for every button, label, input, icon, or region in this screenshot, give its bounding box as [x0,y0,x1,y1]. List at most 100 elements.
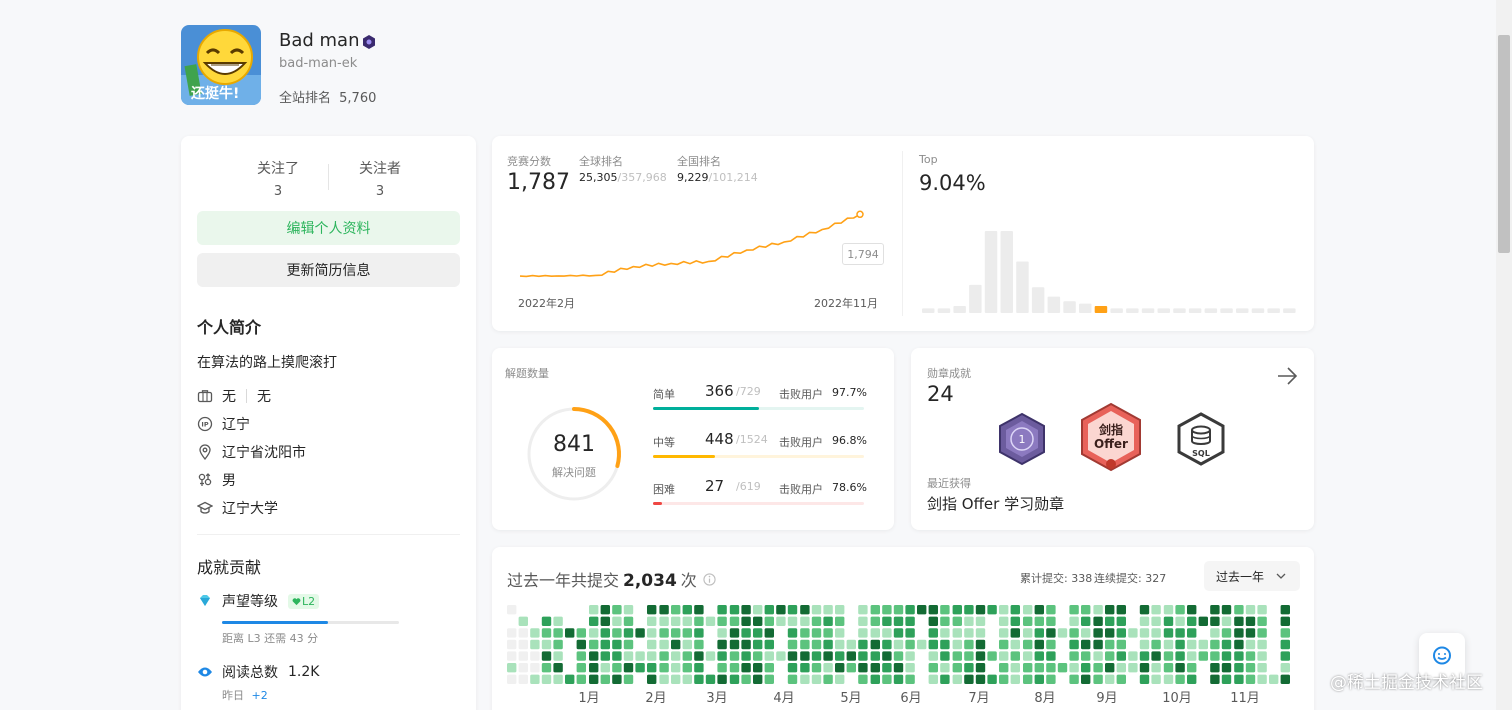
heatmap-cell[interactable] [600,663,610,673]
heatmap-cell[interactable] [553,663,563,673]
heatmap-cell[interactable] [729,605,740,615]
heatmap-cell[interactable] [1116,651,1126,661]
heatmap-cell[interactable] [647,628,657,638]
heatmap-cell[interactable] [671,663,681,673]
heatmap-cell[interactable] [905,628,915,638]
heatmap-cell[interactable] [1163,674,1174,684]
heatmap-cell[interactable] [589,651,599,661]
heatmap-cell[interactable] [1034,663,1044,673]
heatmap-cell[interactable] [1105,628,1115,638]
heatmap-cell[interactable] [1093,616,1103,626]
heatmap-cell[interactable] [682,628,692,638]
heatmap-cell[interactable] [507,674,517,684]
heatmap-cell[interactable] [952,674,962,684]
recent-badge-name[interactable]: 剑指 Offer 学习勋章 [927,493,1064,514]
heatmap-cell[interactable] [1210,651,1220,661]
heatmap-cell[interactable] [518,616,528,626]
heatmap-cell[interactable] [1234,651,1244,661]
heatmap-cell[interactable] [787,616,798,626]
heatmap-cell[interactable] [541,674,552,684]
heatmap-cell[interactable] [964,651,974,661]
heatmap-cell[interactable] [1245,616,1256,626]
heatmap-cell[interactable] [1221,663,1232,673]
heatmap-cell[interactable] [600,628,610,638]
heatmap-cell[interactable] [1280,663,1290,673]
heatmap-cell[interactable] [1093,663,1103,673]
heatmap-cell[interactable] [952,605,962,615]
heatmap-cell[interactable] [764,663,774,673]
heatmap-cell[interactable] [893,639,904,650]
heatmap-cell[interactable] [729,628,740,638]
heatmap-cell[interactable] [717,639,727,650]
heatmap-cell[interactable] [1210,628,1220,638]
heatmap-cell[interactable] [882,616,892,626]
heatmap-cell[interactable] [659,605,669,615]
heatmap-cell[interactable] [1221,605,1232,615]
heatmap-cell[interactable] [870,663,880,673]
heatmap-cell[interactable] [787,674,798,684]
heatmap-cell[interactable] [811,605,822,615]
heatmap-cell[interactable] [1221,651,1232,661]
heatmap-cell[interactable] [682,605,692,615]
heatmap-cell[interactable] [823,605,833,615]
heatmap-cell[interactable] [905,674,915,684]
heatmap-cell[interactable] [917,639,927,650]
heatmap-cell[interactable] [800,639,810,650]
heatmap-cell[interactable] [905,639,915,650]
heatmap-cell[interactable] [1057,628,1068,638]
heatmap-cell[interactable] [1034,674,1044,684]
heatmap-cell[interactable] [623,628,634,638]
heatmap-cell[interactable] [1280,605,1290,615]
heatmap-cell[interactable] [823,628,833,638]
heatmap-cell[interactable] [1010,639,1020,650]
heatmap-cell[interactable] [623,651,634,661]
heatmap-cell[interactable] [647,651,657,661]
heatmap-cell[interactable] [717,674,727,684]
heatmap-cell[interactable] [753,605,763,615]
heatmap-cell[interactable] [940,674,950,684]
heatmap-cell[interactable] [964,674,974,684]
heatmap-cell[interactable] [1139,605,1150,615]
heatmap-cell[interactable] [612,605,622,615]
heatmap-cell[interactable] [565,628,575,638]
followers-stat[interactable]: 关注者 3 [320,158,440,199]
heatmap-cell[interactable] [1081,639,1091,650]
heatmap-cell[interactable] [764,628,774,638]
heatmap-cell[interactable] [952,651,962,661]
heatmap-cell[interactable] [1010,651,1020,661]
heatmap-cell[interactable] [1046,651,1056,661]
heatmap-cell[interactable] [1116,628,1126,638]
heatmap-cell[interactable] [623,674,634,684]
heatmap-cell[interactable] [741,674,751,684]
heatmap-cell[interactable] [1069,651,1079,661]
heatmap-cell[interactable] [823,674,833,684]
heatmap-cell[interactable] [612,628,622,638]
heatmap-cell[interactable] [1010,628,1020,638]
heatmap-cell[interactable] [541,651,552,661]
heatmap-cell[interactable] [1198,651,1208,661]
heatmap-cell[interactable] [1221,616,1232,626]
heatmap-cell[interactable] [787,651,798,661]
heatmap-cell[interactable] [764,616,774,626]
heatmap-cell[interactable] [1069,605,1079,615]
heatmap-cell[interactable] [717,651,727,661]
heatmap-cell[interactable] [870,651,880,661]
heatmap-cell[interactable] [507,605,517,615]
heatmap-cell[interactable] [1151,651,1161,661]
heatmap-cell[interactable] [530,639,540,650]
heatmap-cell[interactable] [600,616,610,626]
heatmap-cell[interactable] [882,639,892,650]
heatmap-cell[interactable] [1151,639,1161,650]
heatmap-cell[interactable] [612,651,622,661]
heatmap-cell[interactable] [1105,639,1115,650]
heatmap-cell[interactable] [1046,616,1056,626]
heatmap-cell[interactable] [1163,663,1174,673]
heatmap-cell[interactable] [659,639,669,650]
heatmap-cell[interactable] [1081,651,1091,661]
heatmap-cell[interactable] [589,616,599,626]
heatmap-cell[interactable] [1187,663,1197,673]
heatmap-cell[interactable] [846,663,856,673]
heatmap-cell[interactable] [1151,674,1161,684]
heatmap-cell[interactable] [882,663,892,673]
heatmap-cell[interactable] [1093,605,1103,615]
